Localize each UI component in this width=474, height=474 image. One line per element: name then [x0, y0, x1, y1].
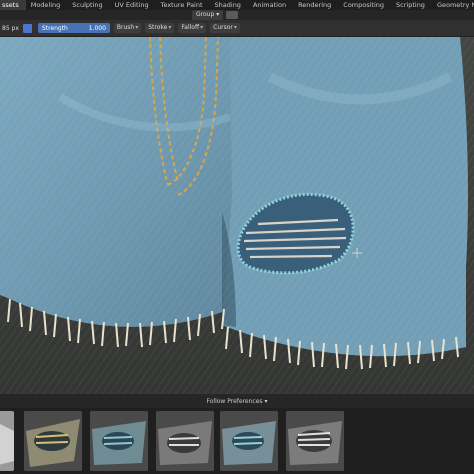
view-options-icon[interactable] — [226, 11, 238, 19]
chevron-down-icon: ▾ — [168, 24, 172, 31]
brush-label: Brush — [116, 24, 135, 31]
tab-texture-paint[interactable]: Texture Paint — [156, 0, 210, 10]
tab-geometry-nodes[interactable]: Geometry Nodes — [432, 0, 474, 10]
asset-thumbnail[interactable] — [90, 411, 148, 471]
workspace-tabs: ssets Modeling Sculpting UV Editing Text… — [0, 0, 474, 10]
follow-preferences-label: Follow Preferences — [206, 397, 263, 405]
chevron-down-icon: ▾ — [233, 24, 237, 31]
tool-settings-bar: 85 px Strength 1.000 Brush▾ Stroke▾ Fall… — [0, 20, 474, 37]
strength-value: 1.000 — [88, 24, 106, 32]
chevron-down-icon: ▾ — [200, 24, 204, 31]
tab-sculpting[interactable]: Sculpting — [67, 0, 109, 10]
asset-thumbnail[interactable] — [0, 411, 14, 471]
stroke-label: Stroke — [148, 24, 168, 31]
radius-value[interactable]: 85 px — [2, 25, 19, 32]
group-dropdown[interactable]: Group ▾ — [192, 10, 224, 20]
falloff-label: Falloff — [181, 24, 200, 31]
tab-shading[interactable]: Shading — [210, 0, 248, 10]
cursor-label: Cursor — [213, 24, 233, 31]
asset-thumbnail[interactable] — [156, 411, 214, 471]
chevron-down-icon: ▾ — [264, 397, 268, 405]
pressure-icon[interactable] — [22, 23, 32, 33]
tab-rendering[interactable]: Rendering — [293, 0, 338, 10]
tab-scripting[interactable]: Scripting — [391, 0, 432, 10]
3d-viewport[interactable] — [0, 37, 474, 394]
tab-assets[interactable]: ssets — [0, 0, 26, 10]
brush-menu[interactable]: Brush▾ — [113, 23, 142, 33]
follow-preferences-dropdown[interactable]: Follow Preferences ▾ — [207, 398, 268, 405]
tab-animation[interactable]: Animation — [248, 0, 293, 10]
asset-browser — [0, 408, 474, 474]
asset-thumbnail[interactable] — [220, 411, 278, 471]
cursor-menu[interactable]: Cursor▾ — [210, 23, 240, 33]
denim-shorts-render — [0, 37, 474, 394]
tab-uv-editing[interactable]: UV Editing — [110, 0, 156, 10]
stroke-menu[interactable]: Stroke▾ — [145, 23, 175, 33]
chevron-down-icon: ▾ — [216, 11, 220, 18]
asset-thumbnail[interactable] — [286, 411, 344, 471]
falloff-menu[interactable]: Falloff▾ — [178, 23, 207, 33]
chevron-down-icon: ▾ — [135, 24, 139, 31]
tab-compositing[interactable]: Compositing — [338, 0, 391, 10]
asset-thumbnail[interactable] — [24, 411, 82, 471]
strength-label: Strength — [41, 24, 68, 32]
group-label: Group — [196, 11, 215, 18]
tab-modeling[interactable]: Modeling — [26, 0, 68, 10]
strength-slider[interactable]: Strength 1.000 — [37, 23, 110, 33]
asset-browser-header: Follow Preferences ▾ — [0, 394, 474, 408]
